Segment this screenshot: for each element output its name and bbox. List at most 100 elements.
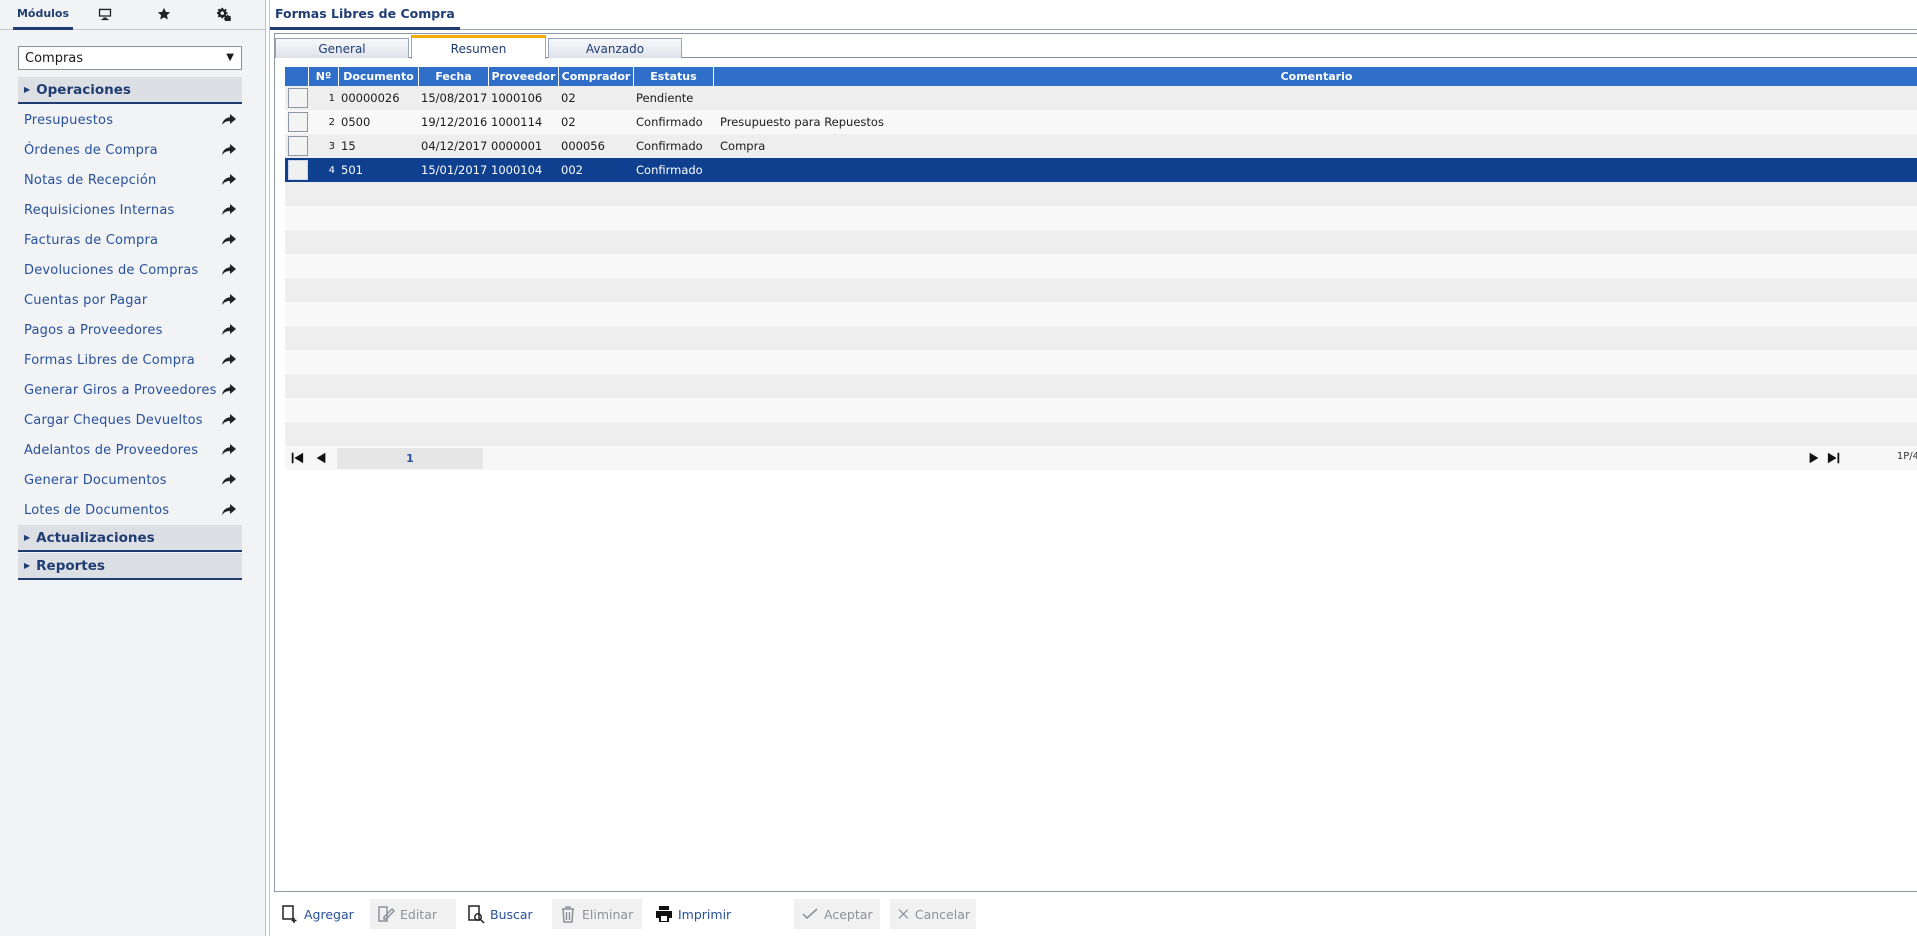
- share-arrow-icon[interactable]: [222, 114, 236, 126]
- tab-settings[interactable]: [212, 0, 236, 30]
- section-reportes-label: Reportes: [36, 557, 105, 574]
- section-actualizaciones[interactable]: ▶ Actualizaciones: [18, 525, 242, 552]
- first-page-icon: [291, 452, 304, 464]
- tab-avanzado[interactable]: Avanzado: [548, 38, 682, 58]
- page-title[interactable]: Formas Libres de Compra: [270, 0, 460, 30]
- share-arrow-icon[interactable]: [222, 414, 236, 426]
- share-arrow-icon[interactable]: [222, 264, 236, 276]
- aceptar-label: Aceptar: [824, 906, 873, 922]
- table-row[interactable]: 2 0500 19/12/2016 1000114 02 Confirmado Presup…: [285, 110, 1917, 134]
- trash-icon: [562, 906, 574, 923]
- page-number-value: 1: [406, 452, 414, 465]
- header-comprador[interactable]: Comprador: [559, 67, 634, 86]
- aceptar-button[interactable]: Aceptar: [794, 899, 880, 929]
- agregar-button[interactable]: Agregar: [274, 899, 368, 929]
- section-reportes[interactable]: ▶ Reportes: [18, 553, 242, 580]
- sidebar-item[interactable]: Cargar Cheques Devueltos: [18, 405, 242, 435]
- star-icon: [157, 7, 171, 24]
- sidebar: Módulos Compras ▼ ▶ Operaciones Presupue…: [0, 0, 266, 936]
- share-arrow-icon[interactable]: [222, 294, 236, 306]
- sidebar-item[interactable]: Lotes de Documentos: [18, 495, 242, 525]
- prev-page-icon: [316, 452, 326, 464]
- tab-monitor[interactable]: [93, 0, 117, 30]
- last-page-button[interactable]: [1824, 448, 1844, 468]
- sidebar-item[interactable]: Presupuestos: [18, 105, 242, 135]
- sidebar-item[interactable]: Requisiciones Internas: [18, 195, 242, 225]
- close-icon: [898, 909, 909, 919]
- cell-comprador: 000056: [561, 139, 605, 153]
- editar-button[interactable]: Editar: [370, 899, 456, 929]
- table-row[interactable]: 3 15 04/12/2017 0000001 000056 Confirmado Comp…: [285, 134, 1917, 158]
- section-operaciones[interactable]: ▶ Operaciones: [18, 77, 242, 104]
- tab-strip: General Resumen Avanzado: [275, 34, 1917, 59]
- cell-comentario: Presupuesto para Repuestos: [720, 115, 884, 129]
- header-numero[interactable]: Nº: [309, 67, 339, 86]
- share-arrow-icon[interactable]: [222, 354, 236, 366]
- sidebar-item[interactable]: Generar Documentos: [18, 465, 242, 495]
- cell-estatus: Confirmado: [636, 163, 703, 177]
- imprimir-button[interactable]: Imprimir: [648, 899, 752, 929]
- sidebar-item[interactable]: Pagos a Proveedores: [18, 315, 242, 345]
- share-arrow-icon[interactable]: [222, 504, 236, 516]
- empty-table-row: [285, 278, 1917, 302]
- share-arrow-icon[interactable]: [222, 324, 236, 336]
- header-fecha[interactable]: Fecha: [419, 67, 489, 86]
- empty-table-row: [285, 182, 1917, 206]
- share-arrow-icon[interactable]: [222, 234, 236, 246]
- header-comentario[interactable]: Comentario: [714, 67, 1917, 86]
- share-arrow-icon[interactable]: [222, 204, 236, 216]
- first-page-button[interactable]: [287, 448, 307, 468]
- row-checkbox[interactable]: [288, 112, 308, 132]
- header-estatus[interactable]: Estatus: [634, 67, 714, 86]
- sidebar-item[interactable]: Generar Giros a Proveedores: [18, 375, 242, 405]
- module-select[interactable]: Compras ▼: [18, 46, 242, 70]
- sidebar-item[interactable]: Facturas de Compra: [18, 225, 242, 255]
- header-documento[interactable]: Documento: [339, 67, 419, 86]
- header-select-all[interactable]: [285, 67, 309, 86]
- share-arrow-icon[interactable]: [222, 144, 236, 156]
- buscar-button[interactable]: Buscar: [460, 899, 552, 929]
- tab-favorites[interactable]: [152, 0, 176, 30]
- sidebar-item-label: Cargar Cheques Devueltos: [24, 412, 203, 428]
- cell-documento: 15: [341, 139, 356, 153]
- page-number[interactable]: 1: [337, 448, 483, 469]
- last-page-icon: [1827, 452, 1840, 464]
- row-checkbox[interactable]: [288, 88, 308, 108]
- sidebar-item-label: Devoluciones de Compras: [24, 262, 199, 278]
- tab-modulos[interactable]: Módulos: [13, 0, 73, 30]
- prev-page-button[interactable]: [311, 448, 331, 468]
- cell-proveedor: 1000114: [491, 115, 543, 129]
- add-document-icon: [282, 905, 297, 923]
- caret-right-icon: ▶: [24, 561, 31, 570]
- eliminar-button[interactable]: Eliminar: [552, 899, 642, 929]
- data-grid: Nº Documento Fecha Proveedor Comprador E…: [285, 67, 1917, 446]
- cell-comentario: [714, 86, 1917, 110]
- share-arrow-icon[interactable]: [222, 444, 236, 456]
- tab-resumen[interactable]: Resumen: [411, 35, 546, 59]
- sidebar-item[interactable]: Notas de Recepción: [18, 165, 242, 195]
- table-row[interactable]: 4 501 15/01/2017 1000104 002 Confirmado: [285, 158, 1917, 182]
- sidebar-item[interactable]: Formas Libres de Compra: [18, 345, 242, 375]
- sidebar-item[interactable]: Cuentas por Pagar: [18, 285, 242, 315]
- share-arrow-icon[interactable]: [222, 474, 236, 486]
- cell-proveedor: 1000104: [491, 163, 543, 177]
- cell-documento: 00000026: [341, 91, 400, 105]
- cancelar-button[interactable]: Cancelar: [890, 899, 976, 929]
- row-checkbox[interactable]: [288, 160, 308, 180]
- agregar-label: Agregar: [304, 906, 354, 922]
- empty-table-row: [285, 350, 1917, 374]
- table-row[interactable]: 1 00000026 15/08/2017 1000106 02 Pendiente: [285, 86, 1917, 110]
- sidebar-item[interactable]: Devoluciones de Compras: [18, 255, 242, 285]
- share-arrow-icon[interactable]: [222, 174, 236, 186]
- header-proveedor[interactable]: Proveedor: [489, 67, 559, 86]
- empty-table-row: [285, 398, 1917, 422]
- share-arrow-icon[interactable]: [222, 384, 236, 396]
- section-actualizaciones-label: Actualizaciones: [36, 529, 155, 546]
- grid-header: Nº Documento Fecha Proveedor Comprador E…: [285, 67, 1917, 86]
- row-checkbox[interactable]: [288, 136, 308, 156]
- cell-numero: 1: [328, 92, 335, 104]
- tab-general[interactable]: General: [275, 38, 409, 58]
- sidebar-item[interactable]: Órdenes de Compra: [18, 135, 242, 165]
- sidebar-item[interactable]: Adelantos de Proveedores: [18, 435, 242, 465]
- next-page-button[interactable]: [1804, 448, 1824, 468]
